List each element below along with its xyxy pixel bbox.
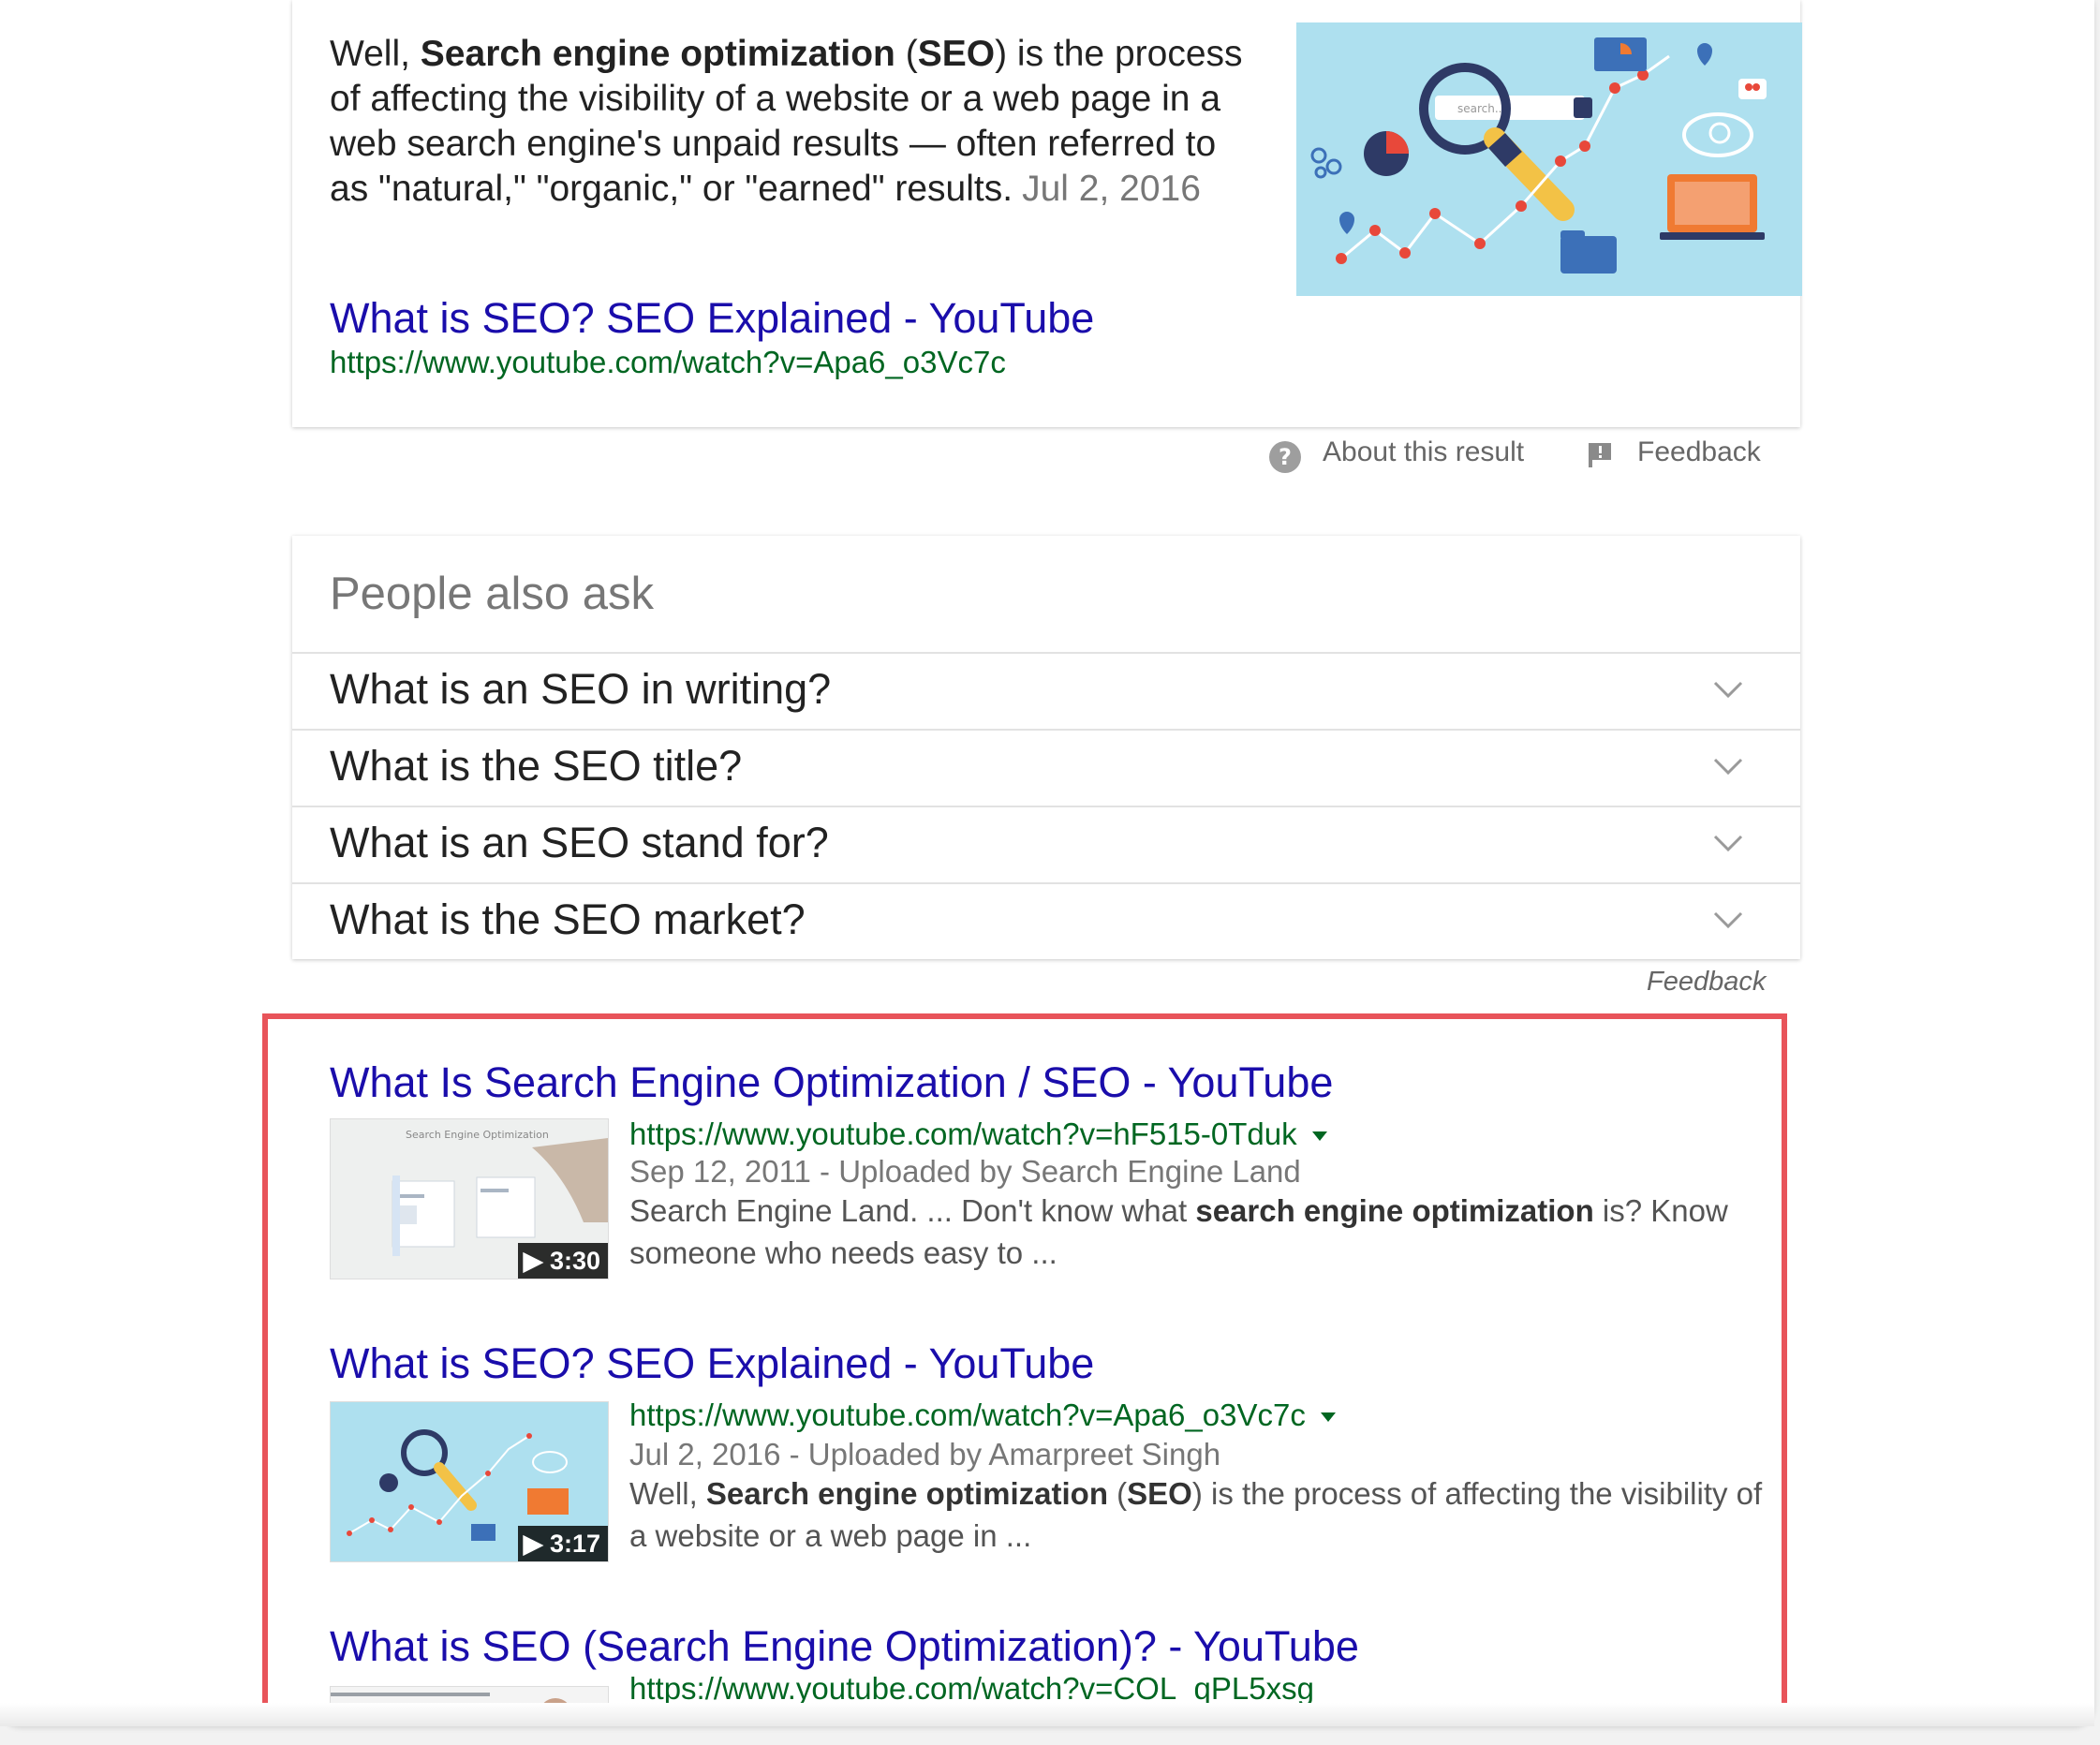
svg-text:?: ? [1279, 444, 1292, 470]
feedback-flag-icon [1589, 443, 1611, 467]
seo-illustration: search... [1296, 22, 1802, 296]
paa-question-text: What is the SEO market? [330, 895, 806, 943]
paa-question-text: What is the SEO title? [330, 742, 743, 790]
video-result-description: Search Engine Land. ... Don't know what … [629, 1193, 1728, 1270]
video-result-meta: Sep 12, 2011 - Uploaded by Search Engine… [629, 1154, 1301, 1189]
paa-question[interactable]: What is an SEO stand for? [292, 806, 1800, 884]
video-result-title[interactable]: What is SEO (Search Engine Optimization)… [330, 1620, 1359, 1673]
people-also-ask-title: People also ask [330, 569, 654, 619]
help-icon: ? [1269, 441, 1301, 473]
browser-viewport: Well, Search engine optimization (SEO) i… [0, 0, 2094, 1726]
video-duration: ▶ 3:17 [517, 1526, 608, 1561]
chevron-down-icon [1713, 758, 1743, 776]
snippet-bold-term: Search engine optimization [420, 34, 895, 74]
video-result-url: https://www.youtube.com/watch?v=Apa6_o3V… [629, 1396, 1336, 1435]
video-duration: ▶ 3:30 [517, 1243, 608, 1279]
video-thumbnail[interactable]: ▶ 3:17 [330, 1401, 609, 1562]
paa-feedback-link[interactable]: Feedback [1647, 967, 1766, 998]
paa-question[interactable]: What is the SEO market? [292, 882, 1800, 961]
chevron-down-icon [1713, 681, 1743, 699]
paa-question[interactable]: What is the SEO title? [292, 729, 1800, 807]
about-this-result-label: About this result [1323, 436, 1525, 467]
paa-question-text: What is an SEO stand for? [330, 819, 829, 866]
chevron-down-icon [1713, 911, 1743, 929]
video-result-title[interactable]: What is SEO? SEO Explained - YouTube [330, 1338, 1094, 1390]
page-bottom-edge [0, 1703, 2094, 1726]
snippet-date: Jul 2, 2016 [1022, 169, 1201, 209]
video-result-meta: Jul 2, 2016 - Uploaded by Amarpreet Sing… [629, 1437, 1221, 1471]
url-dropdown-caret-icon[interactable] [1320, 1412, 1336, 1423]
video-result-url: https://www.youtube.com/watch?v=hF515-0T… [629, 1115, 1327, 1154]
chevron-down-icon [1713, 835, 1743, 852]
svg-text:search...: search... [1457, 102, 1505, 115]
svg-text:Search Engine Optimization: Search Engine Optimization [406, 1129, 549, 1141]
paa-question-text: What is an SEO in writing? [330, 665, 832, 713]
featured-result-link[interactable]: What is SEO? SEO Explained - YouTube [330, 292, 1094, 345]
video-thumbnail[interactable]: Search Engine Optimization ▶ 3:30 [330, 1118, 609, 1279]
featured-snippet-text: Well, Search engine optimization (SEO) i… [330, 34, 1243, 209]
featured-snippet-image[interactable]: search... [1296, 22, 1802, 296]
featured-result-url: https://www.youtube.com/watch?v=Apa6_o3V… [330, 345, 1006, 379]
paa-question[interactable]: What is an SEO in writing? [292, 652, 1800, 731]
video-result-description: Well, Search engine optimization (SEO) i… [629, 1476, 1763, 1553]
video-result-title[interactable]: What Is Search Engine Optimization / SEO… [330, 1057, 1333, 1109]
feedback-label: Feedback [1637, 436, 1761, 467]
url-dropdown-caret-icon[interactable] [1311, 1131, 1327, 1142]
